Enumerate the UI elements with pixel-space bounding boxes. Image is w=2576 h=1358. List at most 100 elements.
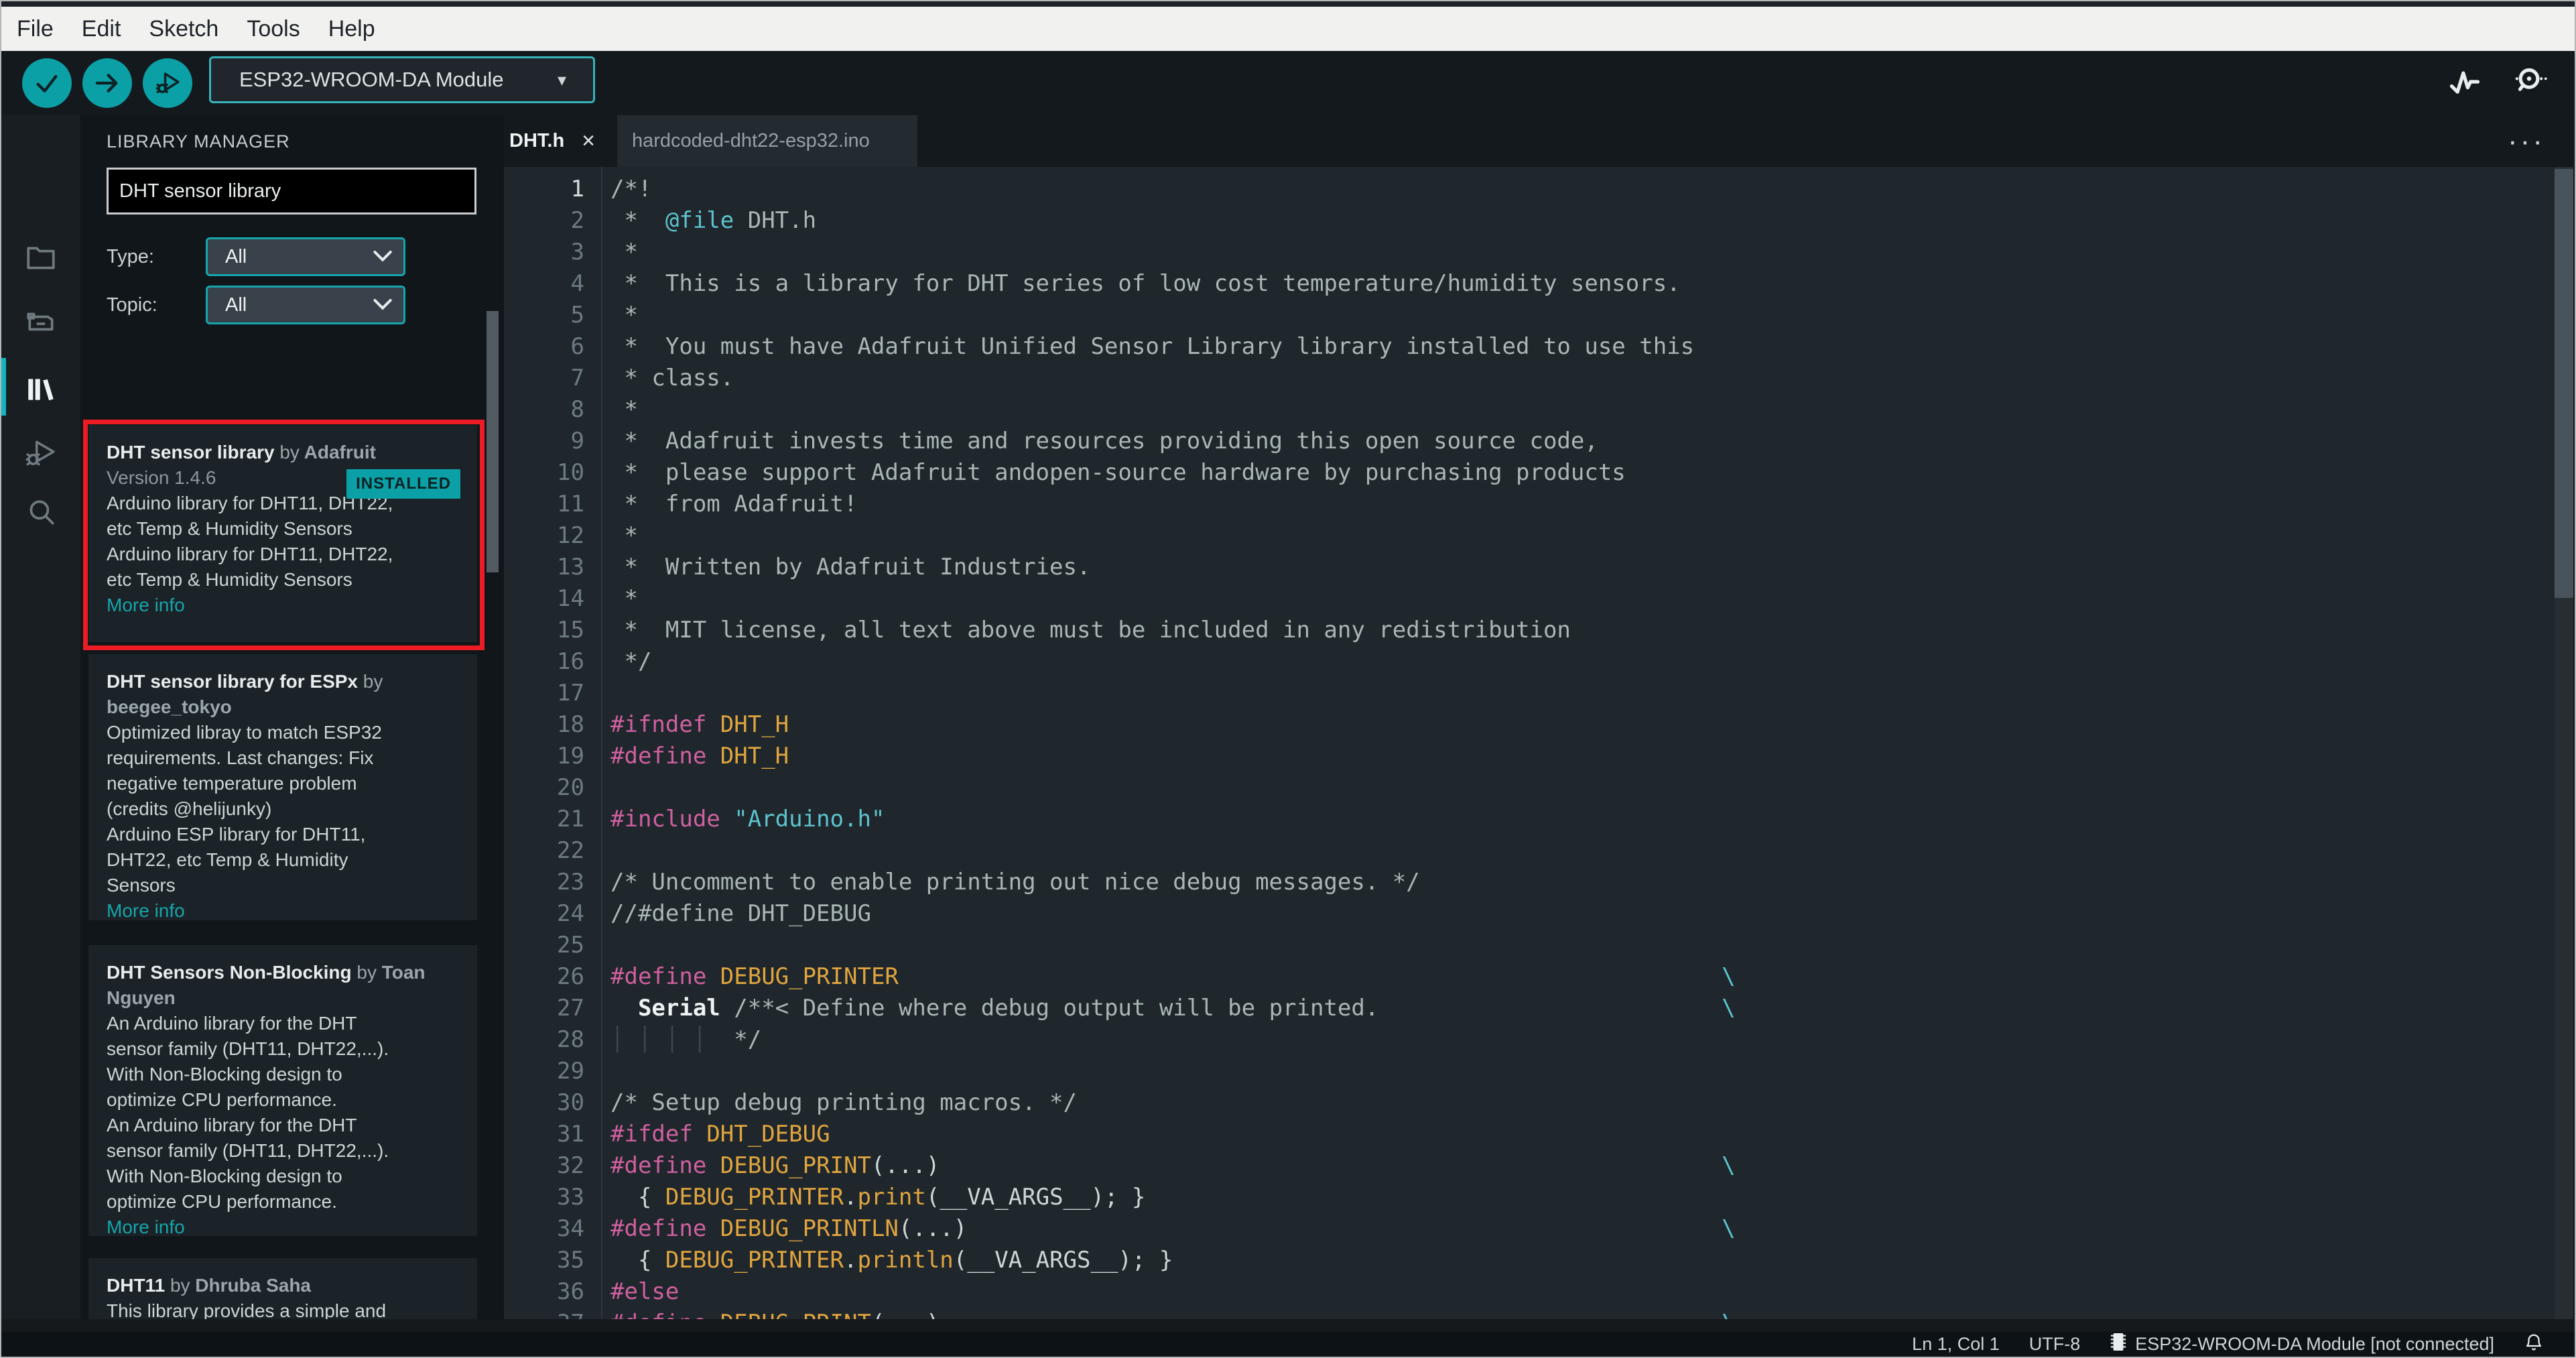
encoding: UTF-8	[2028, 1334, 2081, 1354]
line-number: 11	[557, 491, 584, 517]
board-selector[interactable]: ESP32-WROOM-DA Module ▾	[209, 56, 595, 103]
library-description-line: etc Temp & Humidity Sensors	[107, 569, 352, 590]
type-filter-select[interactable]: All	[206, 237, 405, 276]
more-info-link[interactable]: More info	[107, 593, 461, 618]
code-line: 23 /* Uncomment to enable printing out ni…	[504, 867, 2556, 898]
code-line: 29	[504, 1056, 2556, 1087]
code-line: 11 * from Adafruit!	[504, 489, 2556, 520]
code-line: 25	[504, 930, 2556, 961]
library-description-line: requirements. Last changes: Fix	[107, 747, 374, 768]
line-number: 10	[557, 459, 584, 486]
code-line: 21 #include "Arduino.h"	[504, 804, 2556, 835]
code-line: 37 #define DEBUG_PRINT(...) \	[504, 1308, 2556, 1319]
line-number: 32	[557, 1152, 584, 1179]
menu-item-edit[interactable]: Edit	[68, 16, 135, 42]
cursor-position: Ln 1, Col 1	[1912, 1334, 2000, 1354]
menu-item-tools[interactable]: Tools	[233, 16, 314, 42]
sidebar-item-boards-manager[interactable]	[1, 295, 80, 353]
code-line: 15 * MIT license, all text above must be…	[504, 615, 2556, 646]
editor-scrollbar[interactable]	[2555, 167, 2573, 1319]
library-list-scrollbar[interactable]	[487, 311, 499, 572]
code-line: 20	[504, 772, 2556, 804]
notifications-bell-icon[interactable]	[2524, 1333, 2544, 1356]
board-icon	[24, 306, 58, 343]
sidebar-item-sketchbook[interactable]	[1, 231, 80, 288]
chevron-down-icon	[373, 249, 403, 265]
activity-bar	[1, 115, 80, 1319]
line-number: 13	[557, 554, 584, 580]
verify-button[interactable]	[22, 58, 72, 108]
line-number: 33	[557, 1184, 584, 1211]
line-number: 37	[504, 1308, 584, 1319]
check-icon	[34, 70, 60, 97]
line-number: 7	[570, 365, 584, 391]
library-description-line: DHT22, etc Temp & Humidity	[107, 849, 348, 870]
code-line: 33 { DEBUG_PRINTER.print(__VA_ARGS__); }	[504, 1182, 2556, 1213]
more-info-link[interactable]: More info	[107, 898, 461, 920]
serial-plotter-button[interactable]	[2447, 64, 2482, 103]
line-number: 29	[557, 1058, 584, 1085]
line-number: 30	[557, 1089, 584, 1116]
line-number: 17	[557, 680, 584, 706]
code-text: * @file DHT.h	[610, 207, 817, 234]
code-text: *	[610, 522, 638, 549]
code-line: 27 Serial /**< Define where debug output…	[504, 993, 2556, 1024]
serial-monitor-button[interactable]	[2510, 63, 2548, 104]
library-card: DHT Sensors Non-Blocking by Toan Nguyen A…	[88, 945, 477, 1236]
library-title: DHT11 by Dhruba Saha	[107, 1275, 311, 1296]
code-text: #include "Arduino.h"	[610, 806, 885, 832]
topic-filter-label: Topic:	[107, 294, 157, 316]
menu-item-sketch[interactable]: Sketch	[135, 16, 233, 42]
code-line: 14 *	[504, 583, 2556, 615]
library-description-line: optimize CPU performance.	[107, 1089, 337, 1110]
sidebar-item-library-manager[interactable]	[1, 361, 80, 419]
menu-item-help[interactable]: Help	[314, 16, 389, 42]
code-line: 6 * You must have Adafruit Unified Senso…	[504, 331, 2556, 363]
code-line: 19 #define DHT_H	[504, 741, 2556, 772]
library-description-line: An Arduino library for the DHT	[107, 1013, 357, 1034]
panel-title: LIBRARY MANAGER	[107, 131, 290, 151]
library-search-input[interactable]: DHT sensor library	[107, 168, 476, 214]
code-line: 3 *	[504, 237, 2556, 268]
type-filter-label: Type:	[107, 245, 154, 267]
code-line: 26 #define DEBUG_PRINTER \	[504, 961, 2556, 993]
code-line: 31 #ifdef DHT_DEBUG	[504, 1119, 2556, 1150]
library-description-line: With Non-Blocking design to	[107, 1166, 342, 1186]
code-line: 16 */	[504, 646, 2556, 678]
line-number: 3	[570, 239, 584, 265]
tab-dht-h[interactable]: DHT.h ×	[504, 115, 607, 167]
more-info-link[interactable]: More info	[107, 1215, 461, 1236]
line-number: 20	[557, 774, 584, 801]
topic-filter-select[interactable]: All	[206, 286, 405, 324]
code-text: *	[610, 302, 638, 328]
line-number: 27	[557, 995, 584, 1022]
status-bar: Ln 1, Col 1 UTF-8 ESP32-WROOM-DA Module …	[1, 1332, 2575, 1357]
code-text: /* Uncomment to enable printing out nice…	[610, 869, 1420, 896]
library-search-value: DHT sensor library	[119, 180, 281, 202]
library-description-line: sensor family (DHT11, DHT22,...).	[107, 1038, 389, 1059]
library-card: DHT11 by Dhruba Saha This library provide…	[88, 1258, 477, 1319]
start-debugging-button[interactable]	[143, 58, 192, 108]
menu-item-file[interactable]: File	[3, 16, 68, 42]
code-line: 34 #define DEBUG_PRINTLN(...) \	[504, 1213, 2556, 1245]
code-editor[interactable]: 1/*! 2 * @file DHT.h 3 * 4 * This is a libr…	[504, 167, 2556, 1319]
upload-button[interactable]	[82, 58, 132, 108]
code-text: /*!	[610, 176, 652, 202]
library-description-line: This library provides a simple and	[107, 1300, 387, 1319]
debug-play-icon	[153, 69, 182, 97]
close-icon[interactable]: ×	[582, 128, 595, 154]
code-text: #ifdef DHT_DEBUG	[610, 1121, 830, 1148]
line-number: 5	[570, 302, 584, 328]
library-manager-panel: LIBRARY MANAGER DHT sensor library Type:…	[80, 115, 504, 1319]
code-text: { DEBUG_PRINTER.print(__VA_ARGS__); }	[610, 1184, 1146, 1211]
code-text: */	[610, 648, 652, 675]
code-line: 1 /*!	[504, 174, 2556, 205]
code-line: 5 *	[504, 300, 2556, 331]
sidebar-item-debug[interactable]	[1, 426, 80, 483]
more-actions-icon[interactable]: ···	[2508, 115, 2545, 167]
editor-scrollbar-thumb[interactable]	[2555, 169, 2573, 598]
line-number: 14	[557, 585, 584, 612]
tab-sketch-ino[interactable]: hardcoded-dht22-esp32.ino	[617, 115, 917, 167]
sidebar-item-search[interactable]	[1, 485, 80, 543]
code-text: *	[610, 239, 638, 265]
